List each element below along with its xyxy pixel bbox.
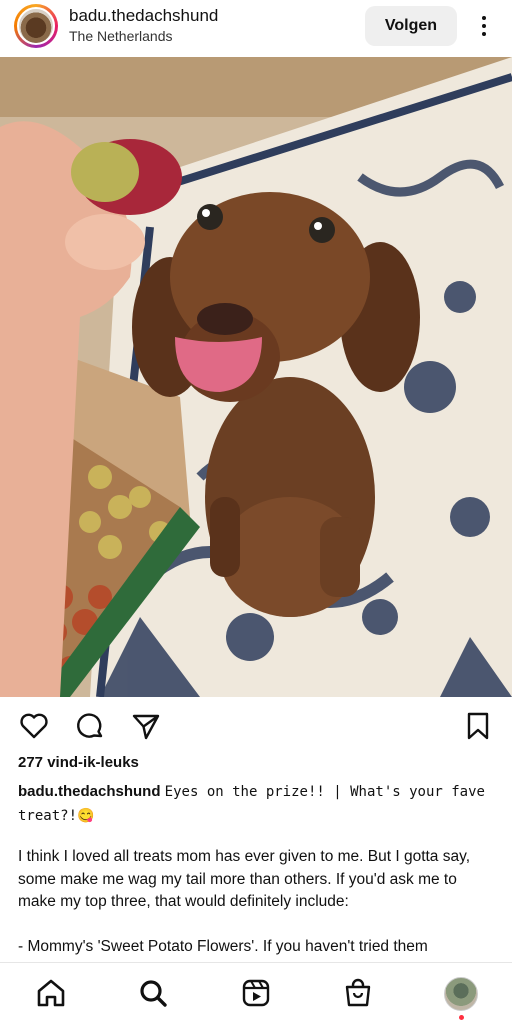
likes-count[interactable]: 277 vind-ik-leuks xyxy=(18,754,139,771)
reels-icon[interactable] xyxy=(240,977,272,1009)
post-photo[interactable] xyxy=(0,57,512,697)
shop-icon[interactable] xyxy=(342,977,374,1009)
story-ring[interactable] xyxy=(14,4,58,48)
heart-icon[interactable] xyxy=(18,710,50,742)
post-actions xyxy=(0,702,512,748)
profile-avatar[interactable] xyxy=(444,977,478,1011)
avatar[interactable] xyxy=(17,7,55,45)
follow-button[interactable]: Volgen xyxy=(365,6,457,46)
caption: badu.thedachshund Eyes on the prize!! | … xyxy=(18,780,488,828)
bookmark-icon[interactable] xyxy=(462,710,494,742)
caption-body: I think I loved all treats mom has ever … xyxy=(18,846,488,980)
post-location[interactable]: The Netherlands xyxy=(69,28,173,44)
post-username[interactable]: badu.thedachshund xyxy=(69,6,218,26)
home-icon[interactable] xyxy=(35,977,67,1009)
caption-paragraph: - Mommy's 'Sweet Potato Flowers'. If you… xyxy=(18,937,428,955)
caption-username[interactable]: badu.thedachshund xyxy=(18,783,161,800)
search-icon[interactable] xyxy=(137,977,169,1009)
post-header: badu.thedachshund The Netherlands Volgen xyxy=(0,0,512,54)
more-options-icon[interactable] xyxy=(474,13,494,39)
bottom-nav xyxy=(0,962,512,1025)
comment-icon[interactable] xyxy=(74,710,106,742)
notification-dot xyxy=(459,1015,464,1020)
caption-paragraph: I think I loved all treats mom has ever … xyxy=(18,848,471,910)
send-icon[interactable] xyxy=(130,710,162,742)
post-photo-illustration xyxy=(0,57,512,697)
